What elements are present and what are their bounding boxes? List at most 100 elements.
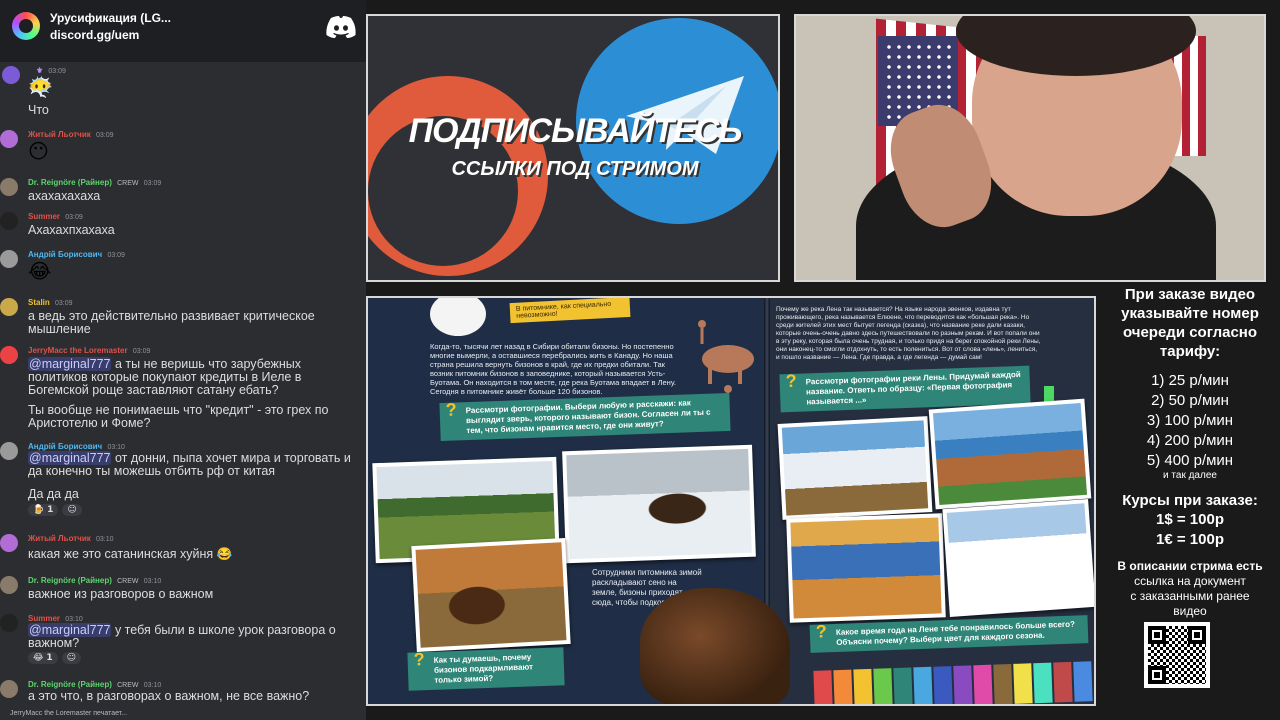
message-time: 03:09 [65,214,83,221]
avatar[interactable] [0,130,18,148]
right-page-paragraph: Почему же река Лена так называется? На я… [776,306,1041,361]
webcam-feed [794,14,1266,282]
reaction-pill[interactable]: 🍺 1 [28,504,59,516]
avatar[interactable] [0,576,18,594]
username[interactable]: Житый Льотчик [28,534,91,543]
message-text: а это что, в разговорах о важном, не все… [28,689,310,703]
order-info-line: указывайте номер [1121,305,1259,322]
tariff-item: 1) 25 р/мин [1151,372,1229,389]
tariff-item: 5) 400 р/мин [1146,452,1234,469]
rate-eur: 1€ = 100р [1156,531,1224,548]
message-text: какая же это сатанинская хуйня 😂 [28,547,233,561]
avatar[interactable] [0,178,18,196]
message-time: 03:10 [65,616,83,623]
discord-chat-overlay: Урусификация (LG... discord.gg/uem ⚜ 03:… [0,0,366,720]
message-time: 03:10 [143,682,162,689]
photo-lena-ice [777,416,933,520]
username[interactable]: JerryMacc the Loremaster [28,346,128,355]
sticker-emoji: 😶‍🌫️ [28,75,53,99]
avatar[interactable] [0,250,18,268]
username[interactable]: Dr. Reignöre (Райнер) [28,178,112,187]
message-text: а ведь это действительно развивает крити… [28,309,315,336]
message-meta: Summer 03:10 [28,614,83,623]
photo-lena-winter [942,499,1094,617]
username[interactable]: Dr. Reignöre (Райнер) [28,576,112,585]
photo-bison-autumn [411,538,571,652]
question-mark-icon: ? [785,370,797,392]
avatar[interactable] [0,212,18,230]
stream-layout: Урусификация (LG... discord.gg/uem ⚜ 03:… [0,0,1280,720]
photo-bison-winter [562,444,756,564]
avatar[interactable] [2,66,20,84]
message-time: 03:09 [95,132,114,139]
message-text: @marginal777 у тебя были в школе урок ра… [28,623,364,650]
qr-finder [1148,666,1166,684]
user-mention[interactable]: @marginal777 [28,451,112,465]
username[interactable]: Житый Льотчик [28,130,91,139]
message-meta: JerryMacc the Loremaster 03:09 [28,346,150,355]
cave-painting-image [698,320,754,393]
textbook-screen-share: В питомнике, как специально невозможно! … [366,296,1096,706]
order-info-line: очереди согласно [1122,324,1258,341]
message-text: Ты вообще не понимаешь что "кредит" - эт… [28,403,329,430]
avatar[interactable] [0,346,18,364]
description-note: с заказанными ранее [1130,589,1250,603]
photo-lena-autumn [786,513,946,623]
message-time: 03:09 [48,68,66,75]
reactions: 🍺 1 ☺ [28,504,86,516]
task-text: Рассмотри фотографии. Выбери любую и рас… [465,398,711,436]
username[interactable]: Андрій Борисович [28,442,102,451]
message-time: 03:10 [143,578,162,585]
username[interactable]: Dr. Reignöre (Райнер) [28,680,112,689]
avatar[interactable] [0,298,18,316]
add-reaction-icon[interactable]: ☺ [62,504,82,516]
order-info-panel: При заказе видео указывайте номер очеред… [1100,282,1280,720]
message-meta: Андрій Борисович 03:09 [28,250,125,259]
subscribe-promo-panel: ПОДПИСЫВАЙТЕСЬ ССЫЛКИ ПОД СТРИМОМ [366,14,780,282]
message-text: Что [28,103,49,117]
message-time: 03:10 [107,444,125,451]
question-mark-icon: ? [413,649,425,670]
message-meta: Житый Льотчик 03:10 [28,534,114,543]
message-time: 03:10 [95,536,114,543]
user-mention[interactable]: @marginal777 [28,357,112,371]
message-text: важное из разговоров о важном [28,587,214,601]
reactions: 😂 1 ☺ [28,652,85,664]
message-meta: Dr. Reignöre (Райнер) CREW 03:10 [28,576,161,585]
avatar[interactable] [0,534,18,552]
message-text: ахахахахаха [28,189,101,203]
username[interactable]: Андрій Борисович [28,250,102,259]
message-meta: ⚜ 03:09 [36,66,66,75]
discord-icon [326,16,356,38]
rates-title: Курсы при заказе: [1122,492,1258,509]
user-mention[interactable]: @marginal777 [28,623,112,637]
message-text: Ахахахпхахаха [28,223,115,237]
message-meta: Stalin 03:09 [28,298,73,307]
photo-lena-pillars [928,398,1092,510]
message-meta: Андрій Борисович 03:10 [28,442,125,451]
sticker-emoji: 😂 [28,259,52,283]
qr-finder [1148,626,1166,644]
add-reaction-icon[interactable]: ☺ [61,652,82,664]
server-badge-icon: ⚜ [36,66,44,75]
left-page-paragraph: Когда-то, тысячи лет назад в Сибири обит… [430,342,676,396]
username[interactable]: Stalin [28,298,50,307]
server-icon[interactable] [12,12,40,40]
avatar[interactable] [0,680,18,698]
qr-finder [1188,626,1206,644]
qr-code-icon[interactable] [1144,622,1210,688]
qr-pattern [1148,626,1206,684]
avatar[interactable] [0,614,18,632]
question-text: Как ты думаешь, почему бизонов подкармли… [433,652,534,685]
message-text: Да да да [28,487,79,501]
username[interactable]: Summer [28,212,60,221]
reaction-pill[interactable]: 😂 1 [28,652,58,664]
message-time: 03:09 [107,252,125,259]
message-time: 03:09 [55,300,73,307]
promo-title: ПОДПИСЫВАЙТЕСЬ [408,112,743,150]
avatar[interactable] [0,442,18,460]
description-note: ссылка на документ [1134,574,1246,588]
username[interactable]: Summer [28,614,60,623]
description-note: видео [1173,604,1207,618]
server-invite-link[interactable]: discord.gg/uem [50,28,139,42]
